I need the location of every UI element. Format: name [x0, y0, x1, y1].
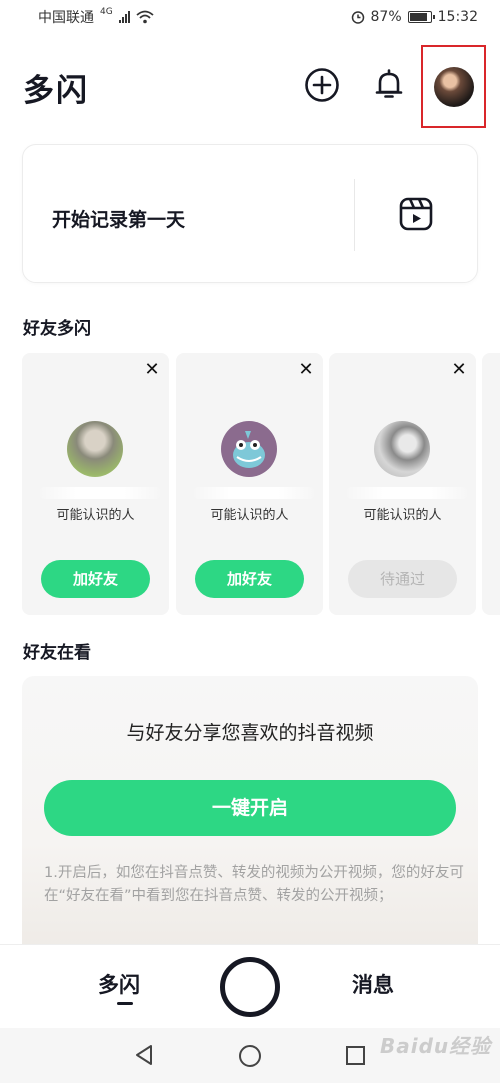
friend-subtitle: 可能认识的人 [210, 508, 289, 523]
friend-card[interactable]: ✕ 可能认识的人 待通过 [329, 353, 476, 615]
friend-card[interactable]: ✕ 可能认识的人 加好友 [176, 353, 323, 615]
next-friend-card-peek[interactable] [482, 353, 500, 615]
status-right: 87% 15:32 [351, 9, 478, 25]
record-divider [354, 179, 355, 251]
friend-card[interactable]: ✕ 可能认识的人 加好友 [22, 353, 169, 615]
status-bar: 中国联通 4G 87% 15:32 [0, 0, 500, 34]
back-triangle-icon[interactable] [133, 1044, 155, 1066]
bottom-tab-bar: 多闪 消息 [0, 944, 500, 1028]
pending-request-button[interactable]: 待通过 [348, 560, 457, 598]
watching-description: 1.开启后，如您在抖音点赞、转发的视频为公开视频，您的好友可在“好友在看”中看到… [44, 865, 464, 904]
friend-name-redacted [347, 487, 467, 499]
alarm-icon [351, 11, 364, 24]
friend-avatar [374, 421, 430, 477]
friends-carousel[interactable]: ✕ 可能认识的人 加好友 ✕ 可能认识的人 加好友 ✕ 可能认识的人 待通过 [22, 353, 500, 615]
friend-name-redacted [40, 487, 160, 499]
close-icon[interactable]: ✕ [143, 361, 161, 379]
enable-button[interactable]: 一键开启 [44, 780, 456, 836]
watching-heading: 与好友分享您喜欢的抖音视频 [126, 722, 374, 744]
friend-avatar [221, 421, 277, 477]
friend-avatar [67, 421, 123, 477]
close-icon[interactable]: ✕ [297, 361, 315, 379]
start-record-label: 开始记录第一天 [52, 209, 186, 231]
monster-avatar-icon [233, 431, 265, 468]
notifications-button[interactable] [369, 65, 409, 105]
network-label: 4G [100, 7, 113, 17]
plus-circle-icon [305, 68, 339, 102]
friends-section-title: 好友多闪 [23, 319, 91, 339]
friend-subtitle: 可能认识的人 [56, 508, 135, 523]
clock: 15:32 [437, 9, 478, 25]
battery-icon [407, 11, 435, 23]
profile-avatar-button[interactable] [421, 45, 486, 128]
status-left: 中国联通 4G [38, 7, 154, 27]
watching-section-title: 好友在看 [23, 643, 91, 663]
camera-shutter-button[interactable] [220, 957, 280, 1017]
watermark-logo: Baidu经验 [380, 1034, 492, 1058]
carrier-label: 中国联通 [38, 10, 94, 26]
friend-name-redacted [194, 487, 314, 499]
add-friend-button[interactable]: 加好友 [195, 560, 304, 598]
video-clip-icon [399, 197, 433, 231]
start-record-card[interactable]: 开始记录第一天 [22, 144, 478, 283]
add-button[interactable] [302, 65, 342, 105]
recents-square-icon[interactable] [346, 1046, 365, 1065]
add-friend-button[interactable]: 加好友 [41, 560, 150, 598]
tab-messages[interactable]: 消息 [352, 969, 394, 999]
friend-subtitle: 可能认识的人 [363, 508, 442, 523]
close-icon[interactable]: ✕ [450, 361, 468, 379]
wifi-icon [136, 10, 154, 24]
bell-icon [375, 69, 403, 98]
friends-watching-card: 与好友分享您喜欢的抖音视频 一键开启 1.开启后，如您在抖音点赞、转发的视频为公… [22, 676, 478, 976]
active-tab-indicator [117, 1002, 133, 1005]
battery-percent: 87% [370, 9, 402, 25]
page-title: 多闪 [23, 73, 89, 109]
video-record-button[interactable] [397, 195, 435, 233]
avatar [433, 66, 474, 107]
signal-icon [118, 11, 130, 23]
header: 多闪 [0, 45, 500, 128]
home-circle-icon[interactable] [239, 1045, 261, 1067]
tab-duoshan[interactable]: 多闪 [98, 969, 140, 999]
